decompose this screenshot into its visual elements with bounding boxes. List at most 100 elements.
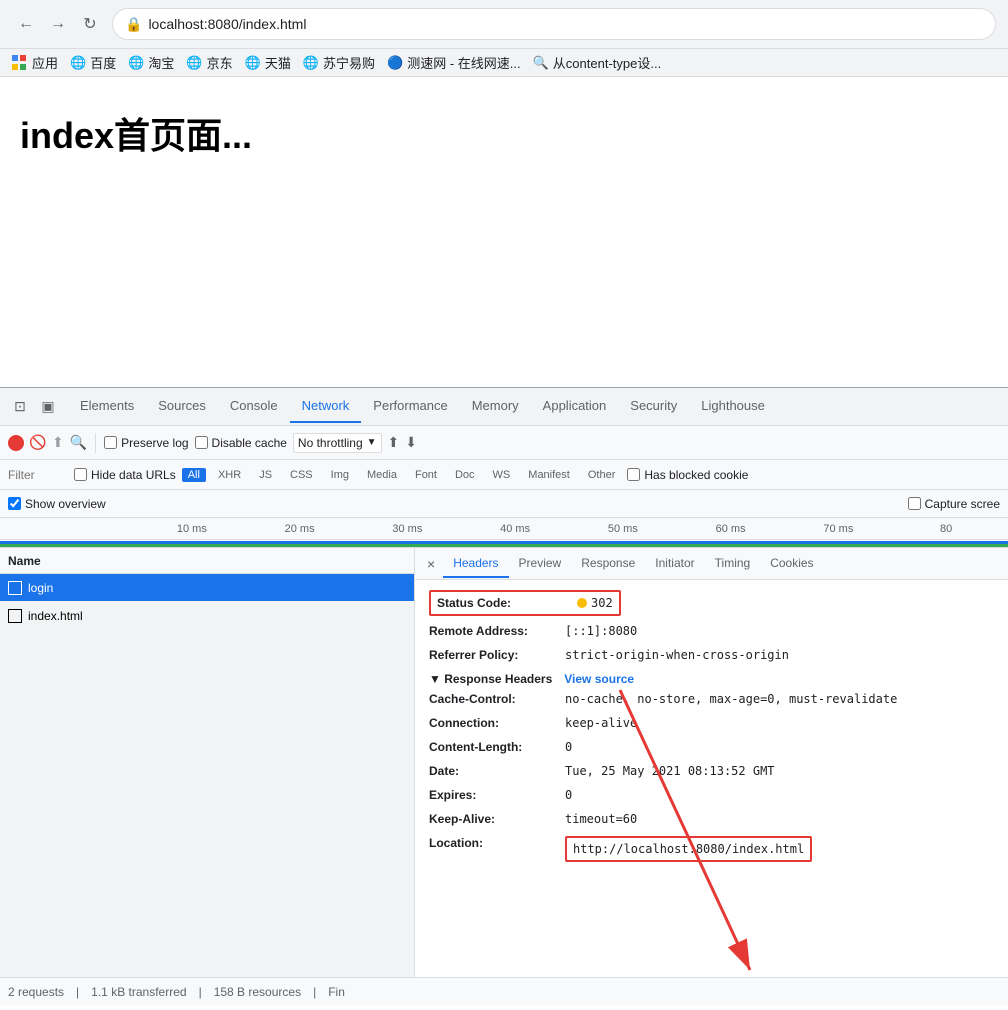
filter-img[interactable]: Img xyxy=(325,468,355,482)
detail-tab-cookies[interactable]: Cookies xyxy=(760,550,823,578)
has-blocked-cookie-checkbox[interactable] xyxy=(627,468,640,481)
transferred-size: 1.1 kB transferred xyxy=(91,985,186,999)
tab-lighthouse[interactable]: Lighthouse xyxy=(689,390,777,423)
cursor-icon[interactable]: ⊡ xyxy=(8,395,32,419)
status-code-value: 302 xyxy=(591,594,613,612)
bookmark-baidu[interactable]: 🌐 百度 xyxy=(70,53,116,72)
content-length-label: Content-Length: xyxy=(429,738,559,756)
upload-icon[interactable]: ⬆ xyxy=(388,434,400,451)
detail-close-button[interactable]: × xyxy=(419,552,443,576)
capture-screen-text: Capture scree xyxy=(925,497,1000,511)
capture-screen-checkbox[interactable] xyxy=(908,497,921,510)
tab-elements[interactable]: Elements xyxy=(68,390,146,423)
filter-font[interactable]: Font xyxy=(409,468,443,482)
timeline-bar xyxy=(0,540,1008,548)
tab-sources[interactable]: Sources xyxy=(146,390,218,423)
status-code-row: Status Code: 302 xyxy=(429,590,994,616)
detail-tab-headers[interactable]: Headers xyxy=(443,550,508,578)
filter-other[interactable]: Other xyxy=(582,468,622,482)
detail-tab-timing[interactable]: Timing xyxy=(705,550,761,578)
capture-screen-label[interactable]: Capture scree xyxy=(908,497,1000,511)
tab-application[interactable]: Application xyxy=(531,390,619,423)
bookmark-suning[interactable]: 🌐 苏宁易购 xyxy=(303,53,375,72)
show-overview-checkbox[interactable] xyxy=(8,497,21,510)
filter-all[interactable]: All xyxy=(182,468,206,482)
search-icon[interactable]: 🔍 xyxy=(70,434,87,451)
filter-icon[interactable]: ⬆ xyxy=(52,434,64,451)
tab-console[interactable]: Console xyxy=(218,390,290,423)
tab-performance[interactable]: Performance xyxy=(361,390,459,423)
disable-cache-label[interactable]: Disable cache xyxy=(195,436,287,450)
tab-memory[interactable]: Memory xyxy=(460,390,531,423)
apps-bookmark[interactable]: 应用 xyxy=(12,53,58,72)
content-length-value: 0 xyxy=(565,738,572,756)
nav-buttons: ← → ↻ xyxy=(12,10,104,38)
detail-tab-preview[interactable]: Preview xyxy=(509,550,572,578)
view-source-link[interactable]: View source xyxy=(564,672,634,686)
filter-xhr[interactable]: XHR xyxy=(212,468,247,482)
separator-status-2: | xyxy=(199,985,202,999)
bookmark-speedtest[interactable]: 🔵 测速网 - 在线网速... xyxy=(387,53,521,72)
has-blocked-cookie-text: Has blocked cookie xyxy=(644,468,748,482)
bookmark-tmall[interactable]: 🌐 天猫 xyxy=(245,53,291,72)
browser-toolbar: ← → ↻ 🔒 localhost:8080/index.html xyxy=(0,0,1008,49)
disable-cache-checkbox[interactable] xyxy=(195,436,208,449)
show-overview-label[interactable]: Show overview xyxy=(8,497,106,511)
back-button[interactable]: ← xyxy=(12,10,40,38)
filter-media[interactable]: Media xyxy=(361,468,403,482)
devtools-panel: ⊡ ▣ Elements Sources Console Network Per… xyxy=(0,387,1008,1005)
filter-ws[interactable]: WS xyxy=(487,468,517,482)
filter-css[interactable]: CSS xyxy=(284,468,319,482)
status-label: Status Code: xyxy=(437,594,567,612)
filter-js[interactable]: JS xyxy=(253,468,278,482)
timeline-mark-50: 50 ms xyxy=(569,523,677,535)
throttle-select[interactable]: No throttling ▼ xyxy=(293,433,382,453)
address-bar[interactable]: 🔒 localhost:8080/index.html xyxy=(112,8,996,40)
tab-security[interactable]: Security xyxy=(618,390,689,423)
bookmark-taobao[interactable]: 🌐 淘宝 xyxy=(128,53,174,72)
location-row: Location: http://localhost:8080/index.ht… xyxy=(429,834,994,862)
preserve-log-checkbox[interactable] xyxy=(104,436,117,449)
detail-tab-response[interactable]: Response xyxy=(571,550,645,578)
connection-row: Connection: keep-alive xyxy=(429,714,994,732)
bookmark-contenttype[interactable]: 🔍 从content-type设... xyxy=(533,53,662,72)
detail-tab-initiator[interactable]: Initiator xyxy=(645,550,704,578)
expires-row: Expires: 0 xyxy=(429,786,994,804)
request-icon-index xyxy=(8,609,22,623)
filter-input[interactable] xyxy=(8,468,68,482)
throttle-text: No throttling xyxy=(298,436,363,450)
cache-control-value: no-cache, no-store, max-age=0, must-reva… xyxy=(565,690,897,708)
stop-button[interactable]: 🚫 xyxy=(30,435,46,451)
record-button[interactable] xyxy=(8,435,24,451)
location-label: Location: xyxy=(429,834,559,862)
bookmark-jd-label: 京东 xyxy=(207,53,233,72)
has-blocked-cookie-label[interactable]: Has blocked cookie xyxy=(627,468,748,482)
download-icon[interactable]: ⬇ xyxy=(405,434,417,451)
cache-control-row: Cache-Control: no-cache, no-store, max-a… xyxy=(429,690,994,708)
request-item-index[interactable]: index.html xyxy=(0,602,414,630)
date-row: Date: Tue, 25 May 2021 08:13:52 GMT xyxy=(429,762,994,780)
mobile-icon[interactable]: ▣ xyxy=(36,395,60,419)
show-overview-text: Show overview xyxy=(25,497,106,511)
remote-address-label: Remote Address: xyxy=(429,622,559,640)
status-dot xyxy=(577,598,587,608)
name-column-header: Name xyxy=(8,554,41,568)
connection-value: keep-alive xyxy=(565,714,637,732)
tab-network[interactable]: Network xyxy=(290,390,362,423)
preserve-log-label[interactable]: Preserve log xyxy=(104,436,188,450)
keep-alive-row: Keep-Alive: timeout=60 xyxy=(429,810,994,828)
bookmark-jd[interactable]: 🌐 京东 xyxy=(186,53,232,72)
hide-data-urls-label[interactable]: Hide data URLs xyxy=(74,468,176,482)
timeline-mark-30: 30 ms xyxy=(354,523,462,535)
bookmark-tmall-label: 天猫 xyxy=(265,53,291,72)
reload-button[interactable]: ↻ xyxy=(76,10,104,38)
separator-1 xyxy=(95,433,96,453)
hide-data-urls-checkbox[interactable] xyxy=(74,468,87,481)
timeline-mark-80: 80 xyxy=(892,523,1000,535)
request-item-login[interactable]: login xyxy=(0,574,414,602)
filter-manifest[interactable]: Manifest xyxy=(522,468,576,482)
filter-doc[interactable]: Doc xyxy=(449,468,481,482)
forward-button[interactable]: → xyxy=(44,10,72,38)
expires-value: 0 xyxy=(565,786,572,804)
throttle-arrow-icon: ▼ xyxy=(367,437,377,448)
